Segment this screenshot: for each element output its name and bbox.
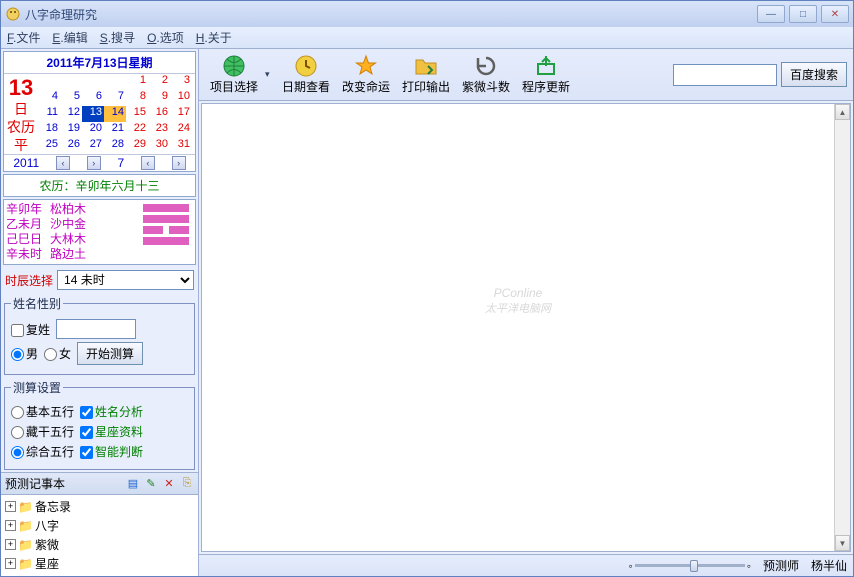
date-view-button[interactable]: 日期查看: [277, 52, 335, 98]
project-select-button[interactable]: 项目选择: [205, 52, 263, 98]
folder-icon: [414, 54, 438, 78]
edit-note-icon[interactable]: ✎: [144, 477, 158, 491]
year-next-button[interactable]: ›: [87, 156, 101, 170]
shichen-select[interactable]: 14 未时: [57, 270, 194, 290]
scroll-down-button[interactable]: ▼: [835, 535, 850, 551]
menu-edit[interactable]: E.编辑: [52, 29, 87, 46]
change-fate-button[interactable]: 改变命运: [337, 52, 395, 98]
app-icon: [5, 6, 21, 22]
menu-options[interactable]: O.选项: [147, 29, 184, 46]
calendar-grid[interactable]: 123 45678910 11121314151617 181920212223…: [38, 74, 195, 154]
gender-female-radio[interactable]: 女: [44, 345, 71, 362]
status-name: 杨半仙: [811, 557, 847, 574]
copy-note-icon[interactable]: ⎘: [180, 477, 194, 491]
right-panel: 项目选择 ▾ 日期查看 改变命运 打印输出 紫微斗数: [199, 49, 853, 576]
vertical-scrollbar[interactable]: ▲ ▼: [834, 104, 850, 551]
wuxing-hidden-radio[interactable]: 藏干五行: [11, 423, 74, 440]
print-output-button[interactable]: 打印输出: [397, 52, 455, 98]
notes-header: 预测记事本 ▤ ✎ ✕ ⎘: [1, 472, 198, 495]
new-note-icon[interactable]: ▤: [126, 477, 140, 491]
menu-file[interactable]: F.文件: [7, 29, 40, 46]
clock-icon: [294, 54, 318, 78]
name-fieldset: 姓名性别 复姓 男 女 开始测算: [4, 295, 195, 375]
update-button[interactable]: 程序更新: [517, 52, 575, 98]
calendar: 2011年7月13日星期 13 日 农历 平 123 45678910 1112…: [3, 51, 196, 172]
gender-male-radio[interactable]: 男: [11, 345, 38, 362]
tree-item: +📁紫微: [3, 535, 196, 554]
calendar-nav: 2011 ‹ › 7 ‹ ›: [4, 154, 195, 171]
name-input[interactable]: [56, 319, 136, 339]
zoom-slider[interactable]: ◦◦: [628, 559, 751, 573]
tree-item: +📁星座: [3, 554, 196, 573]
maximize-button[interactable]: □: [789, 5, 817, 23]
watermark: PConline 太平洋电脑网: [485, 286, 551, 316]
minimize-button[interactable]: —: [757, 5, 785, 23]
content-viewport[interactable]: PConline 太平洋电脑网: [202, 104, 834, 551]
name-analysis-checkbox[interactable]: 姓名分析: [80, 403, 143, 420]
calculate-button[interactable]: 开始测算: [77, 342, 143, 365]
project-dropdown-arrow[interactable]: ▾: [265, 69, 275, 80]
month-prev-button[interactable]: ‹: [141, 156, 155, 170]
globe-icon: [222, 54, 246, 78]
scroll-up-button[interactable]: ▲: [835, 104, 850, 120]
ziwei-button[interactable]: 紫微斗数: [457, 52, 515, 98]
wuxing-combined-radio[interactable]: 综合五行: [11, 443, 74, 460]
left-panel: 2011年7月13日星期 13 日 农历 平 123 45678910 1112…: [1, 49, 199, 576]
calendar-today-display: 13 日 农历 平: [4, 74, 38, 154]
fuxing-checkbox[interactable]: 复姓: [11, 321, 50, 338]
update-icon: [534, 54, 558, 78]
constellation-checkbox[interactable]: 星座资料: [80, 423, 143, 440]
search-input[interactable]: [673, 64, 777, 86]
hexagram-icon: [143, 202, 189, 262]
star-icon: [354, 54, 378, 78]
wuxing-basic-radio[interactable]: 基本五行: [11, 403, 74, 420]
status-label: 预测师: [763, 557, 799, 574]
lunar-date: 农历：辛卯年六月十三: [3, 174, 196, 197]
bazi-display: 辛卯年 乙未月 己巳日 辛未时 松柏木 沙中金 大林木 路边土: [3, 199, 196, 265]
close-button[interactable]: ✕: [821, 5, 849, 23]
refresh-icon: [474, 54, 498, 78]
calendar-header: 2011年7月13日星期: [4, 52, 195, 74]
year-prev-button[interactable]: ‹: [56, 156, 70, 170]
window-title: 八字命理研究: [25, 6, 757, 23]
smart-judge-checkbox[interactable]: 智能判断: [80, 443, 143, 460]
tree-item: +📁八字: [3, 516, 196, 535]
settings-fieldset: 测算设置 基本五行 姓名分析 藏干五行 星座资料 综合五行 智能判断: [4, 379, 195, 470]
content-area: PConline 太平洋电脑网 ▲ ▼: [201, 103, 851, 552]
toolbar: 项目选择 ▾ 日期查看 改变命运 打印输出 紫微斗数: [199, 49, 853, 101]
menubar: F.文件 E.编辑 S.搜寻 O.选项 H.关于: [1, 27, 853, 49]
status-bar: ◦◦ 预测师 杨半仙: [199, 554, 853, 576]
month-next-button[interactable]: ›: [172, 156, 186, 170]
notes-tree[interactable]: +📁备忘录 +📁八字 +📁紫微 +📁星座: [1, 495, 198, 576]
titlebar: 八字命理研究 — □ ✕: [1, 1, 853, 27]
baidu-search-button[interactable]: 百度搜索: [781, 62, 847, 87]
delete-note-icon[interactable]: ✕: [162, 477, 176, 491]
menu-help[interactable]: H.关于: [196, 29, 232, 46]
shichen-label: 时辰选择: [5, 272, 53, 289]
tree-item: +📁备忘录: [3, 497, 196, 516]
menu-search[interactable]: S.搜寻: [100, 29, 135, 46]
